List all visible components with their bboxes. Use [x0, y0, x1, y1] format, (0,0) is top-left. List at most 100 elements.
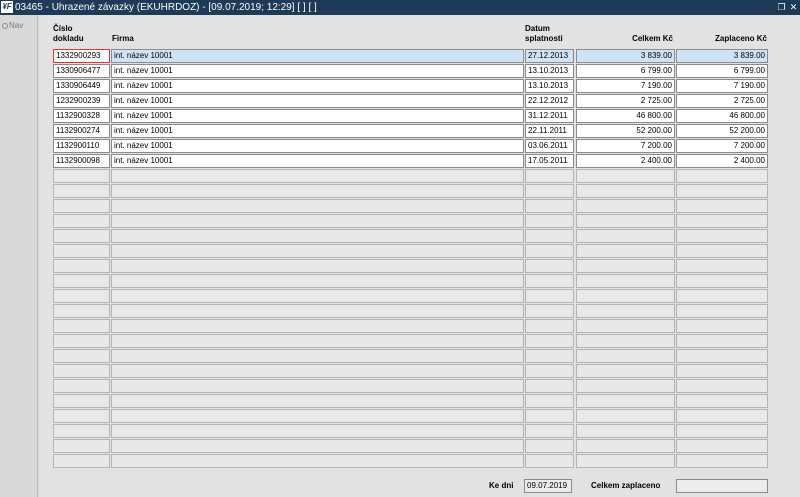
cell-firma[interactable]: [111, 349, 524, 363]
cell-doklad[interactable]: [53, 364, 110, 378]
cell-datum[interactable]: [525, 304, 574, 318]
cell-celkem[interactable]: [576, 334, 675, 348]
cell-doklad[interactable]: 1330906477: [53, 64, 110, 78]
cell-firma[interactable]: int. název 10001: [111, 139, 524, 153]
cell-celkem[interactable]: 2 725.00: [576, 94, 675, 108]
cell-zaplaceno[interactable]: [676, 439, 768, 453]
cell-datum[interactable]: [525, 169, 574, 183]
cell-datum[interactable]: [525, 364, 574, 378]
cell-firma[interactable]: int. název 10001: [111, 49, 524, 63]
cell-doklad[interactable]: [53, 244, 110, 258]
cell-firma[interactable]: [111, 199, 524, 213]
cell-celkem[interactable]: [576, 274, 675, 288]
cell-datum[interactable]: [525, 199, 574, 213]
cell-datum[interactable]: 03.06.2011: [525, 139, 574, 153]
cell-firma[interactable]: int. název 10001: [111, 154, 524, 168]
cell-firma[interactable]: [111, 229, 524, 243]
cell-firma[interactable]: [111, 409, 524, 423]
cell-celkem[interactable]: 7 200.00: [576, 139, 675, 153]
cell-datum[interactable]: [525, 274, 574, 288]
cell-doklad[interactable]: [53, 229, 110, 243]
cell-celkem[interactable]: [576, 364, 675, 378]
cell-doklad[interactable]: [53, 379, 110, 393]
cell-celkem[interactable]: [576, 289, 675, 303]
cell-celkem[interactable]: 6 799.00: [576, 64, 675, 78]
cell-doklad[interactable]: [53, 424, 110, 438]
cell-datum[interactable]: 27.12.2013: [525, 49, 574, 63]
cell-zaplaceno[interactable]: [676, 424, 768, 438]
cell-doklad[interactable]: 1330906449: [53, 79, 110, 93]
cell-doklad[interactable]: 1232900239: [53, 94, 110, 108]
cell-zaplaceno[interactable]: 3 839.00: [676, 49, 768, 63]
cell-celkem[interactable]: [576, 259, 675, 273]
cell-datum[interactable]: [525, 409, 574, 423]
cell-datum[interactable]: [525, 379, 574, 393]
cell-zaplaceno[interactable]: [676, 169, 768, 183]
cell-zaplaceno[interactable]: [676, 394, 768, 408]
cell-firma[interactable]: [111, 214, 524, 228]
cell-datum[interactable]: 13.10.2013: [525, 79, 574, 93]
cell-zaplaceno[interactable]: 6 799.00: [676, 64, 768, 78]
cell-firma[interactable]: [111, 169, 524, 183]
cell-firma[interactable]: [111, 379, 524, 393]
cell-zaplaceno[interactable]: 46 800.00: [676, 109, 768, 123]
cell-doklad[interactable]: [53, 394, 110, 408]
cell-zaplaceno[interactable]: [676, 214, 768, 228]
cell-firma[interactable]: int. název 10001: [111, 109, 524, 123]
cell-doklad[interactable]: [53, 454, 110, 468]
close-icon[interactable]: ✕: [788, 1, 799, 13]
cell-firma[interactable]: int. název 10001: [111, 124, 524, 138]
cell-celkem[interactable]: [576, 229, 675, 243]
cell-zaplaceno[interactable]: [676, 259, 768, 273]
cell-firma[interactable]: [111, 274, 524, 288]
cell-celkem[interactable]: 46 800.00: [576, 109, 675, 123]
cell-zaplaceno[interactable]: [676, 274, 768, 288]
cell-doklad[interactable]: [53, 334, 110, 348]
cell-doklad[interactable]: 1132900328: [53, 109, 110, 123]
cell-firma[interactable]: [111, 289, 524, 303]
cell-datum[interactable]: [525, 259, 574, 273]
cell-datum[interactable]: 22.11.2011: [525, 124, 574, 138]
cell-datum[interactable]: 31.12.2011: [525, 109, 574, 123]
cell-datum[interactable]: 17.05.2011: [525, 154, 574, 168]
cell-celkem[interactable]: [576, 394, 675, 408]
cell-celkem[interactable]: 2 400.00: [576, 154, 675, 168]
cell-datum[interactable]: [525, 229, 574, 243]
cell-datum[interactable]: 22.12.2012: [525, 94, 574, 108]
cell-doklad[interactable]: [53, 439, 110, 453]
cell-doklad[interactable]: [53, 349, 110, 363]
cell-celkem[interactable]: [576, 454, 675, 468]
cell-datum[interactable]: [525, 439, 574, 453]
cell-firma[interactable]: [111, 334, 524, 348]
cell-doklad[interactable]: [53, 319, 110, 333]
cell-datum[interactable]: [525, 319, 574, 333]
cell-datum[interactable]: [525, 244, 574, 258]
cell-zaplaceno[interactable]: [676, 454, 768, 468]
cell-celkem[interactable]: [576, 424, 675, 438]
cell-celkem[interactable]: [576, 184, 675, 198]
cell-celkem[interactable]: [576, 214, 675, 228]
cell-celkem[interactable]: [576, 169, 675, 183]
cell-datum[interactable]: [525, 454, 574, 468]
cell-zaplaceno[interactable]: 2 725.00: [676, 94, 768, 108]
cell-celkem[interactable]: 7 190.00: [576, 79, 675, 93]
cell-celkem[interactable]: [576, 349, 675, 363]
cell-doklad[interactable]: [53, 289, 110, 303]
cell-celkem[interactable]: [576, 379, 675, 393]
cell-doklad[interactable]: [53, 304, 110, 318]
cell-firma[interactable]: [111, 184, 524, 198]
restore-icon[interactable]: ❐: [776, 1, 787, 13]
cell-doklad[interactable]: [53, 184, 110, 198]
cell-zaplaceno[interactable]: [676, 364, 768, 378]
cell-zaplaceno[interactable]: 7 190.00: [676, 79, 768, 93]
cell-doklad[interactable]: 1132900098: [53, 154, 110, 168]
cell-celkem[interactable]: 52 200.00: [576, 124, 675, 138]
cell-firma[interactable]: [111, 454, 524, 468]
cell-doklad[interactable]: 1332900293: [53, 49, 110, 63]
cell-celkem[interactable]: 3 839.00: [576, 49, 675, 63]
cell-zaplaceno[interactable]: [676, 409, 768, 423]
cell-firma[interactable]: [111, 304, 524, 318]
cell-firma[interactable]: [111, 394, 524, 408]
cell-datum[interactable]: [525, 424, 574, 438]
cell-datum[interactable]: [525, 334, 574, 348]
